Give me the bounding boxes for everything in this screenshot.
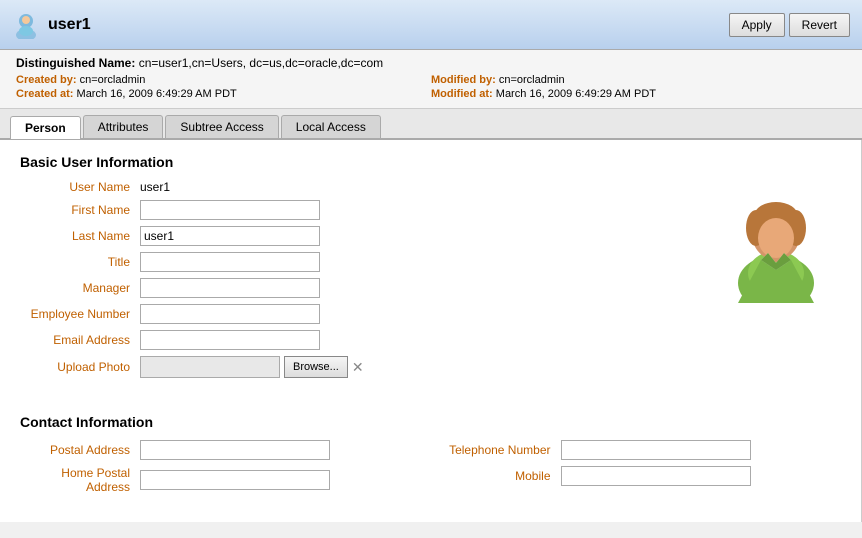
dn-value: cn=user1,cn=Users, dc=us,dc=oracle,dc=co… [139,56,383,70]
title-label: Title [20,255,140,269]
tabs: Person Attributes Subtree Access Local A… [0,109,862,140]
dn-label: Distinguished Name: [16,56,135,70]
form-row-upload-photo: Upload Photo Browse... ✕ [20,356,691,378]
employee-number-label: Employee Number [20,307,140,321]
firstname-label: First Name [20,203,140,217]
title-input[interactable] [140,252,320,272]
browse-button[interactable]: Browse... [284,356,348,378]
modified-at-label: Modified at: [431,88,493,100]
modified-by: Modified by: cn=orcladmin [431,74,846,86]
file-input-display [140,356,280,378]
modified-by-label: Modified by: [431,74,496,86]
header-left: user1 [12,11,91,39]
user-icon [12,11,40,39]
tab-person[interactable]: Person [10,116,81,139]
username-value: user1 [140,180,170,194]
contact-right: Telephone Number Mobile [441,440,842,494]
lastname-label: Last Name [20,229,140,243]
modified-by-value: cn=orcladmin [499,74,565,86]
revert-button[interactable]: Revert [789,13,850,37]
form-fields: User Name user1 First Name Last Name Tit… [20,180,691,384]
upload-photo-label: Upload Photo [20,360,140,374]
contact-section: Postal Address Home Postal Address Telep… [0,440,861,510]
tab-local-access[interactable]: Local Access [281,115,381,138]
home-postal-address-input[interactable] [140,470,330,490]
created-by-label: Created by: [16,74,77,86]
tab-subtree-access[interactable]: Subtree Access [165,115,278,138]
lastname-input[interactable] [140,226,320,246]
distinguished-name: Distinguished Name: cn=user1,cn=Users, d… [16,56,846,70]
postal-address-input[interactable] [140,440,330,460]
telephone-input[interactable] [561,440,751,460]
avatar-container [726,190,826,300]
firstname-input[interactable] [140,200,320,220]
header: user1 Apply Revert [0,0,862,50]
mobile-row: Mobile [441,466,842,486]
postal-address-row: Postal Address [20,440,421,460]
delete-icon[interactable]: ✕ [352,359,364,376]
contact-left: Postal Address Home Postal Address [20,440,421,494]
modified-at-value: March 16, 2009 6:49:29 AM PDT [496,88,656,100]
manager-input[interactable] [140,278,320,298]
mobile-input[interactable] [561,466,751,486]
mobile-label: Mobile [441,469,561,483]
username-label: User Name [20,180,140,194]
created-at-label: Created at: [16,88,73,100]
form-row-firstname: First Name [20,200,691,220]
upload-row: Browse... ✕ [140,356,364,378]
main-content[interactable]: Basic User Information User Name user1 F… [0,140,862,522]
basic-info-form: User Name user1 First Name Last Name Tit… [0,180,861,400]
created-at: Created at: March 16, 2009 6:49:29 AM PD… [16,88,431,100]
contact-info-title: Contact Information [0,400,861,440]
home-postal-address-label: Home Postal Address [20,466,140,494]
form-row-employee-number: Employee Number [20,304,691,324]
postal-address-label: Postal Address [20,443,140,457]
created-by: Created by: cn=orcladmin [16,74,431,86]
contact-grid: Postal Address Home Postal Address Telep… [20,440,841,494]
form-row-title: Title [20,252,691,272]
header-title: user1 [48,16,91,34]
form-row-manager: Manager [20,278,691,298]
apply-button[interactable]: Apply [729,13,785,37]
avatar-svg [726,188,826,303]
telephone-label: Telephone Number [441,443,561,457]
telephone-row: Telephone Number [441,440,842,460]
modified-at: Modified at: March 16, 2009 6:49:29 AM P… [431,88,846,100]
home-postal-address-row: Home Postal Address [20,466,421,494]
basic-info-title: Basic User Information [0,140,861,180]
email-label: Email Address [20,333,140,347]
meta-section: Distinguished Name: cn=user1,cn=Users, d… [0,50,862,109]
photo-area [711,180,841,384]
employee-number-input[interactable] [140,304,320,324]
email-input[interactable] [140,330,320,350]
manager-label: Manager [20,281,140,295]
form-row-username: User Name user1 [20,180,691,194]
form-row-email: Email Address [20,330,691,350]
header-buttons: Apply Revert [729,13,850,37]
tab-attributes[interactable]: Attributes [83,115,164,138]
created-at-value: March 16, 2009 6:49:29 AM PDT [77,88,237,100]
meta-grid: Created by: cn=orcladmin Modified by: cn… [16,74,846,100]
created-by-value: cn=orcladmin [80,74,146,86]
form-row-lastname: Last Name [20,226,691,246]
